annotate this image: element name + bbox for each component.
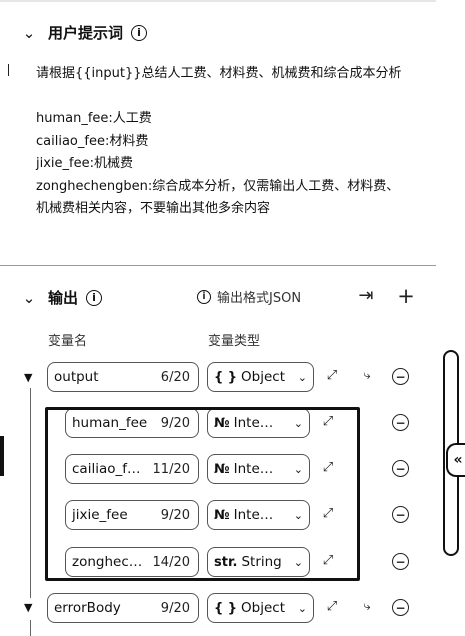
variable-name-field[interactable]: errorBody 9/20 — [47, 593, 199, 623]
variable-type-select[interactable]: { } Object ⌄ — [207, 593, 314, 623]
add-icon[interactable]: + — [396, 284, 416, 308]
tree-expand-icon[interactable]: ▼ — [24, 601, 32, 614]
column-variable-name: 变量名 — [48, 334, 88, 349]
char-count: 6/20 — [160, 369, 190, 385]
top-divider — [0, 0, 436, 2]
collapse-panel-button[interactable]: « — [446, 443, 465, 477]
user-prompt-textarea[interactable]: 请根据{{input}}总结人工费、材料费、机械费和综合成本分析 human_f… — [36, 63, 408, 221]
info-icon: i — [197, 289, 211, 304]
column-variable-type: 变量类型 — [208, 334, 261, 349]
remove-icon[interactable]: − — [392, 414, 409, 431]
export-icon[interactable]: ⇥ — [356, 285, 376, 306]
children-highlight-box — [45, 407, 360, 581]
remove-icon[interactable]: − — [392, 506, 409, 523]
output-title: 输出 — [48, 289, 79, 307]
type-label: Object — [241, 600, 286, 616]
expand-icon[interactable]: ⤢ — [323, 599, 341, 614]
add-child-icon[interactable]: ⤷ — [358, 599, 376, 614]
left-edge-marker — [0, 436, 4, 476]
info-icon[interactable]: i — [86, 289, 103, 306]
remove-icon[interactable]: − — [392, 599, 409, 616]
type-label: Object — [241, 369, 286, 385]
expand-icon[interactable]: ⤢ — [323, 368, 341, 383]
tree-guide-line — [30, 388, 31, 598]
chevron-down-icon[interactable]: ⌄ — [20, 289, 38, 307]
chevron-down-icon[interactable]: ⌄ — [20, 24, 38, 42]
chevron-down-icon: ⌄ — [297, 601, 307, 615]
remove-icon[interactable]: − — [392, 553, 409, 570]
user-prompt-header[interactable]: ⌄ 用户提示词 i — [20, 22, 148, 43]
output-format-hint: i 输出格式JSON — [197, 287, 301, 306]
text-caret — [8, 64, 9, 76]
remove-icon[interactable]: − — [392, 460, 409, 477]
char-count: 9/20 — [160, 600, 190, 616]
tree-guide-line — [30, 620, 31, 636]
section-divider — [0, 265, 436, 266]
object-type-icon: { } — [214, 369, 238, 385]
info-icon[interactable]: i — [131, 24, 148, 41]
format-hint-text: 输出格式JSON — [217, 291, 302, 306]
output-header[interactable]: ⌄ 输出 i — [20, 287, 103, 308]
variable-name: errorBody — [54, 600, 121, 616]
user-prompt-title: 用户提示词 — [48, 24, 124, 42]
variable-name: output — [54, 369, 99, 385]
variable-name-field[interactable]: output 6/20 — [47, 362, 199, 392]
chevron-down-icon: ⌄ — [297, 370, 307, 384]
remove-icon[interactable]: − — [392, 368, 409, 385]
variable-type-select[interactable]: { } Object ⌄ — [207, 362, 314, 392]
object-type-icon: { } — [214, 600, 238, 616]
tree-expand-icon[interactable]: ▼ — [24, 371, 32, 384]
add-child-icon[interactable]: ⤷ — [358, 368, 376, 383]
